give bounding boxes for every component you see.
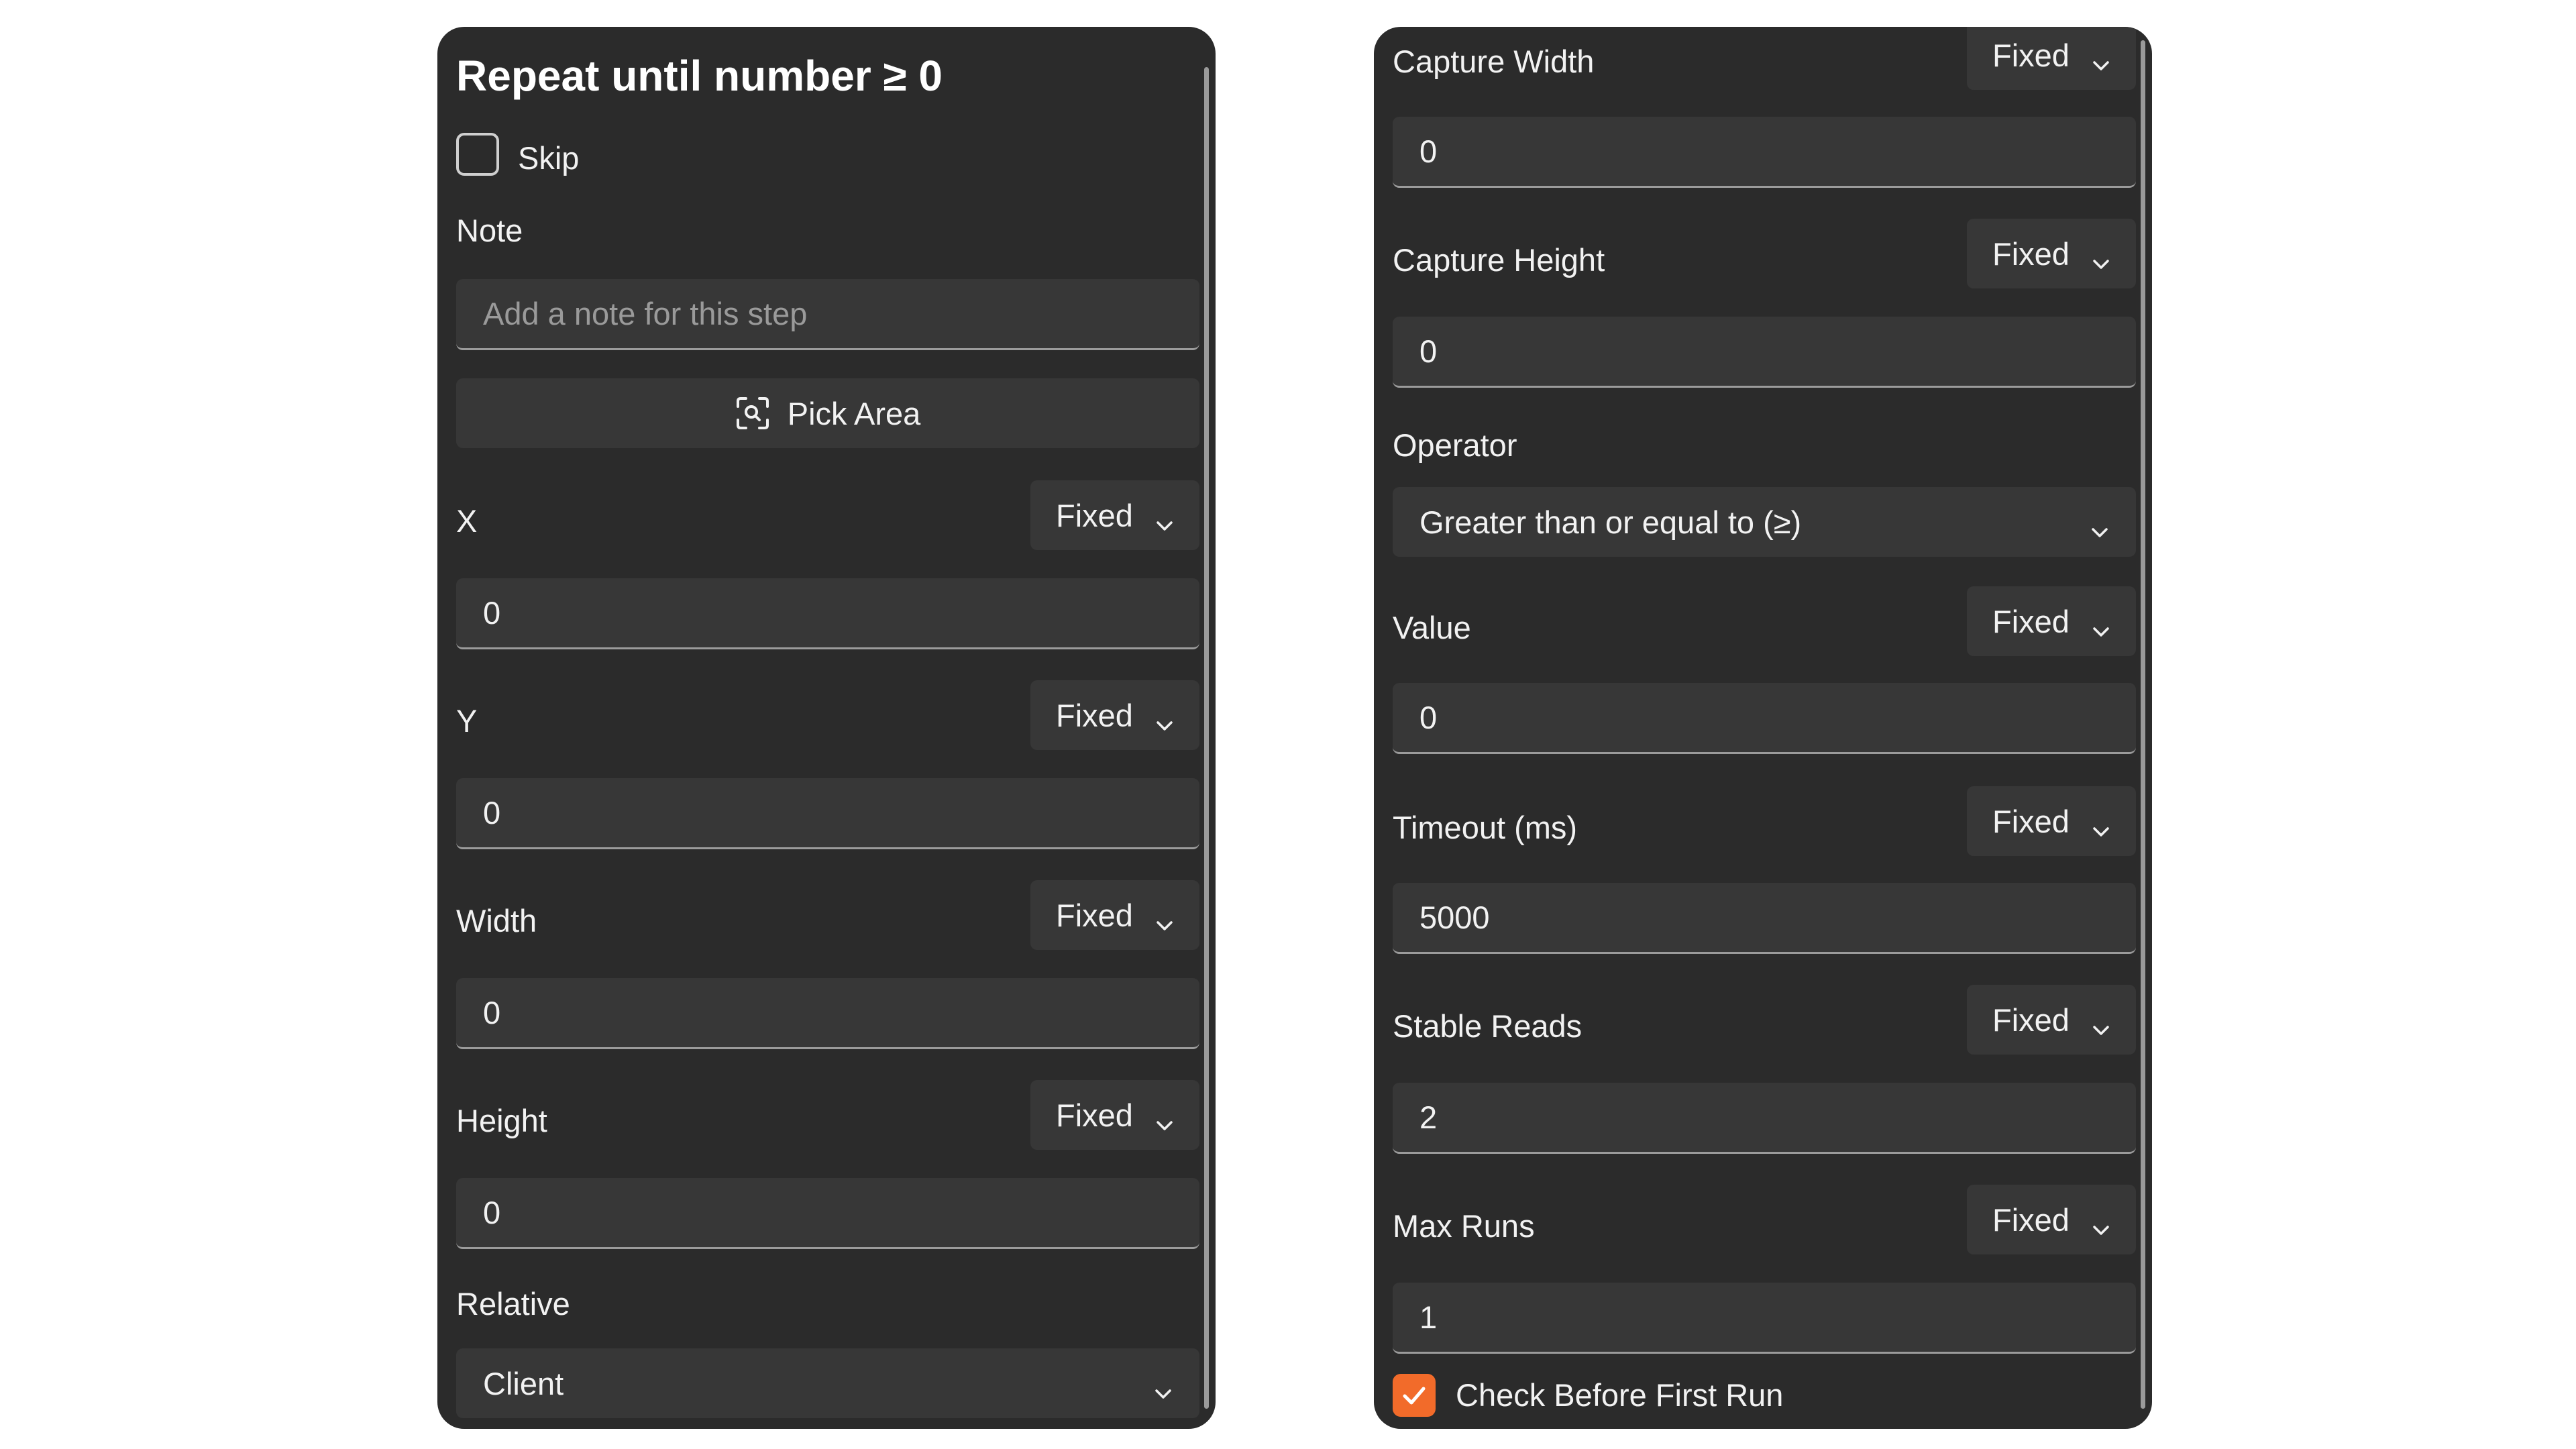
- operator-value: Greater than or equal to (≥): [1419, 504, 1802, 540]
- chevron-down-icon: [1154, 1374, 1173, 1411]
- stable-reads-input[interactable]: 2: [1393, 1083, 2136, 1154]
- relative-label: Relative: [456, 1286, 570, 1322]
- timeout-mode-dropdown[interactable]: Fixed: [1967, 786, 2136, 856]
- capture-width-input[interactable]: 0: [1393, 117, 2136, 188]
- chevron-down-icon: [2092, 612, 2110, 649]
- scrollbar[interactable]: [2141, 40, 2145, 1409]
- skip-label: Skip: [518, 140, 580, 176]
- step-editor-panel-right: Capture Width Fixed 0 Capture Height Fix…: [1374, 27, 2152, 1429]
- value-input[interactable]: 0: [1393, 683, 2136, 754]
- pick-area-label: Pick Area: [787, 395, 921, 431]
- value-mode-value: Fixed: [1992, 603, 2070, 639]
- max-runs-label: Max Runs: [1393, 1208, 1535, 1244]
- max-runs-input[interactable]: 1: [1393, 1283, 2136, 1354]
- y-label: Y: [456, 703, 478, 739]
- capture-height-mode-value: Fixed: [1992, 235, 2070, 272]
- chevron-down-icon: [2092, 46, 2110, 83]
- pick-area-button[interactable]: Pick Area: [456, 378, 1199, 448]
- chevron-down-icon: [1155, 906, 1174, 943]
- capture-width-mode-value: Fixed: [1992, 37, 2070, 73]
- y-input[interactable]: 0: [456, 778, 1199, 849]
- check-before-first-run-label: Check Before First Run: [1456, 1377, 1784, 1413]
- capture-height-label: Capture Height: [1393, 242, 1605, 278]
- max-runs-mode-value: Fixed: [1992, 1201, 2070, 1238]
- chevron-down-icon: [1155, 706, 1174, 743]
- value-label: Value: [1393, 610, 1471, 645]
- value-mode-dropdown[interactable]: Fixed: [1967, 586, 2136, 656]
- checkmark-icon: [1403, 1387, 1426, 1405]
- height-mode-dropdown[interactable]: Fixed: [1030, 1080, 1199, 1150]
- screen-capture-icon: [735, 396, 770, 431]
- timeout-input[interactable]: 5000: [1393, 883, 2136, 954]
- capture-height-mode-dropdown[interactable]: Fixed: [1967, 219, 2136, 288]
- chevron-down-icon: [2092, 1210, 2110, 1247]
- step-editor-panel-left: Repeat until number ≥ 0 Skip Note Add a …: [437, 27, 1216, 1429]
- check-before-first-run-checkbox[interactable]: [1393, 1374, 1436, 1417]
- x-input[interactable]: 0: [456, 578, 1199, 649]
- width-input[interactable]: 0: [456, 978, 1199, 1049]
- timeout-mode-value: Fixed: [1992, 803, 2070, 839]
- y-mode-value: Fixed: [1056, 697, 1133, 733]
- stable-reads-label: Stable Reads: [1393, 1008, 1582, 1044]
- stable-reads-mode-value: Fixed: [1992, 1002, 2070, 1038]
- operator-label: Operator: [1393, 427, 1517, 463]
- operator-dropdown[interactable]: Greater than or equal to (≥): [1393, 487, 2136, 557]
- capture-height-input[interactable]: 0: [1393, 317, 2136, 388]
- chevron-down-icon: [2090, 513, 2109, 549]
- x-mode-dropdown[interactable]: Fixed: [1030, 480, 1199, 550]
- width-mode-value: Fixed: [1056, 897, 1133, 933]
- stable-reads-mode-dropdown[interactable]: Fixed: [1967, 985, 2136, 1055]
- max-runs-mode-dropdown[interactable]: Fixed: [1967, 1185, 2136, 1254]
- chevron-down-icon: [2092, 812, 2110, 849]
- height-label: Height: [456, 1103, 547, 1138]
- height-mode-value: Fixed: [1056, 1097, 1133, 1133]
- width-label: Width: [456, 903, 537, 938]
- x-label: X: [456, 503, 478, 539]
- x-mode-value: Fixed: [1056, 497, 1133, 533]
- step-title: Repeat until number ≥ 0: [456, 52, 943, 100]
- relative-dropdown[interactable]: Client: [456, 1348, 1199, 1418]
- chevron-down-icon: [2092, 1010, 2110, 1047]
- width-mode-dropdown[interactable]: Fixed: [1030, 880, 1199, 950]
- scrollbar[interactable]: [1204, 67, 1209, 1409]
- height-input[interactable]: 0: [456, 1178, 1199, 1249]
- chevron-down-icon: [1155, 1106, 1174, 1142]
- chevron-down-icon: [1155, 506, 1174, 543]
- note-input[interactable]: Add a note for this step: [456, 279, 1199, 350]
- skip-checkbox[interactable]: [456, 133, 499, 176]
- relative-value: Client: [483, 1365, 564, 1401]
- capture-width-mode-dropdown[interactable]: Fixed: [1967, 27, 2136, 90]
- timeout-label: Timeout (ms): [1393, 810, 1578, 845]
- y-mode-dropdown[interactable]: Fixed: [1030, 680, 1199, 750]
- note-label: Note: [456, 213, 523, 248]
- capture-width-label: Capture Width: [1393, 44, 1595, 79]
- chevron-down-icon: [2092, 244, 2110, 281]
